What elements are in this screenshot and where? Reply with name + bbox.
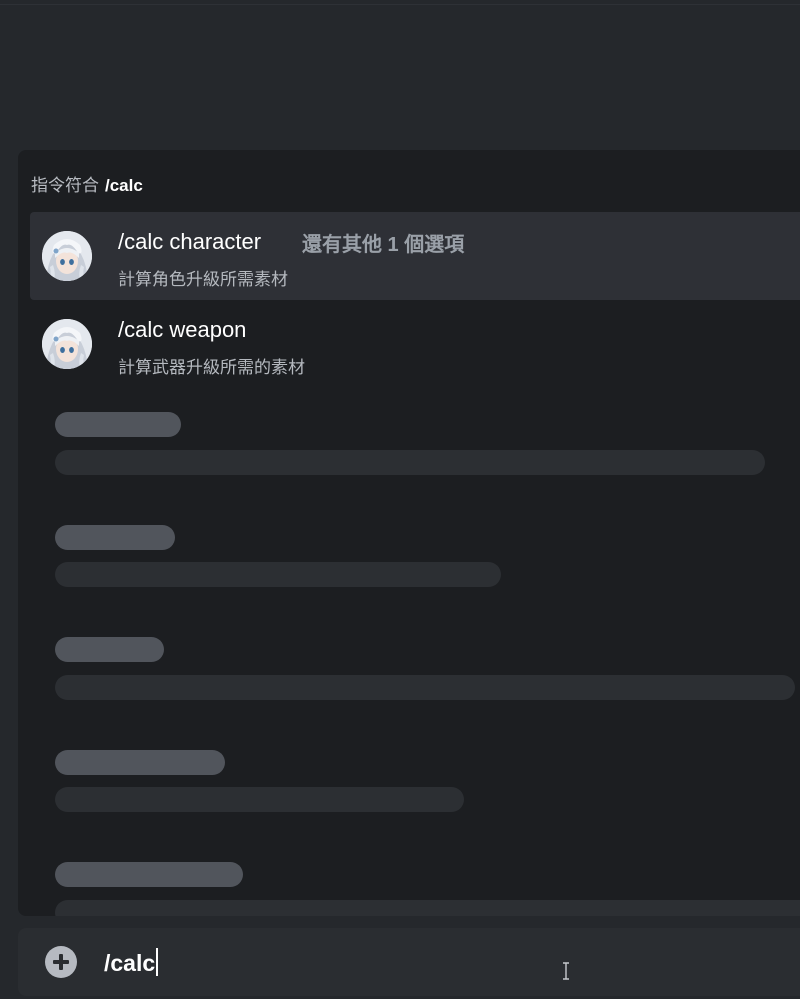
skeleton-line bbox=[55, 562, 501, 587]
popup-header-query: /calc bbox=[105, 176, 143, 195]
skeleton-line bbox=[55, 450, 765, 475]
message-input-value: /calc bbox=[104, 950, 156, 976]
chat-window: 指令符合/calc /calc character 還有其他 1 個選項 計算角… bbox=[0, 0, 800, 999]
bot-avatar bbox=[42, 319, 92, 369]
skeleton-title bbox=[55, 525, 175, 550]
command-name: /calc weapon bbox=[118, 317, 247, 342]
command-option-character[interactable]: /calc character 還有其他 1 個選項 計算角色升級所需素材 bbox=[30, 212, 800, 300]
skeleton-line bbox=[55, 787, 464, 812]
skeleton-line bbox=[55, 675, 795, 700]
skeleton-title bbox=[55, 862, 243, 887]
message-input[interactable]: /calc bbox=[104, 948, 159, 977]
command-description: 計算角色升級所需素材 bbox=[118, 270, 288, 289]
text-caret bbox=[156, 948, 159, 976]
bot-avatar bbox=[42, 231, 92, 281]
more-options-hint: 還有其他 1 個選項 bbox=[302, 234, 465, 256]
popup-header: 指令符合/calc bbox=[31, 171, 143, 196]
ibeam-cursor-icon bbox=[563, 962, 569, 980]
plus-circle-icon[interactable] bbox=[45, 946, 77, 978]
skeleton-title bbox=[55, 750, 225, 775]
popup-header-label: 指令符合 bbox=[31, 176, 99, 195]
command-autocomplete-popup: 指令符合/calc /calc character 還有其他 1 個選項 計算角… bbox=[18, 150, 800, 916]
command-name: /calc character bbox=[118, 229, 262, 254]
command-option-weapon[interactable]: /calc weapon 計算武器升級所需的素材 bbox=[30, 300, 800, 388]
command-description: 計算武器升級所需的素材 bbox=[118, 358, 305, 377]
skeleton-title bbox=[55, 412, 181, 437]
message-input-bar: /calc bbox=[18, 928, 800, 996]
divider bbox=[0, 4, 800, 5]
skeleton-title bbox=[55, 637, 164, 662]
skeleton-line bbox=[55, 900, 800, 916]
